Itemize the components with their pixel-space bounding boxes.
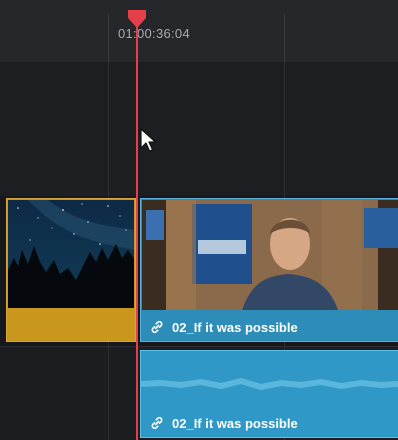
playhead-handle[interactable] <box>126 10 148 28</box>
link-icon <box>149 319 165 335</box>
video-clip-label: 02_If it was possible <box>149 319 298 335</box>
ruler-tick <box>284 14 285 62</box>
timecode-ruler[interactable]: 01:00:36:04 <box>0 0 398 63</box>
playhead-timecode: 01:00:36:04 <box>118 26 190 41</box>
video-clip-02[interactable]: 02_If it was possible <box>140 198 398 342</box>
mouse-cursor-icon <box>140 128 158 154</box>
timeline-panel[interactable]: 01:00:36:04 02_If it was possible 02_If … <box>0 0 398 440</box>
audio-clip-label: 02_If it was possible <box>149 415 298 431</box>
playhead-line[interactable] <box>136 14 138 440</box>
interview-thumbnail <box>142 200 398 310</box>
audio-clip-name: 02_If it was possible <box>172 415 298 431</box>
audio-clip-02[interactable]: 02_If it was possible <box>140 350 398 438</box>
video-clip-name: 02_If it was possible <box>172 319 298 335</box>
starry-night-thumbnail <box>8 200 134 308</box>
link-icon <box>149 415 165 431</box>
video-clip-night-sky[interactable] <box>6 198 136 342</box>
ruler-tick <box>108 14 109 62</box>
empty-video-track[interactable] <box>0 62 398 196</box>
audio-waveform <box>141 377 398 391</box>
